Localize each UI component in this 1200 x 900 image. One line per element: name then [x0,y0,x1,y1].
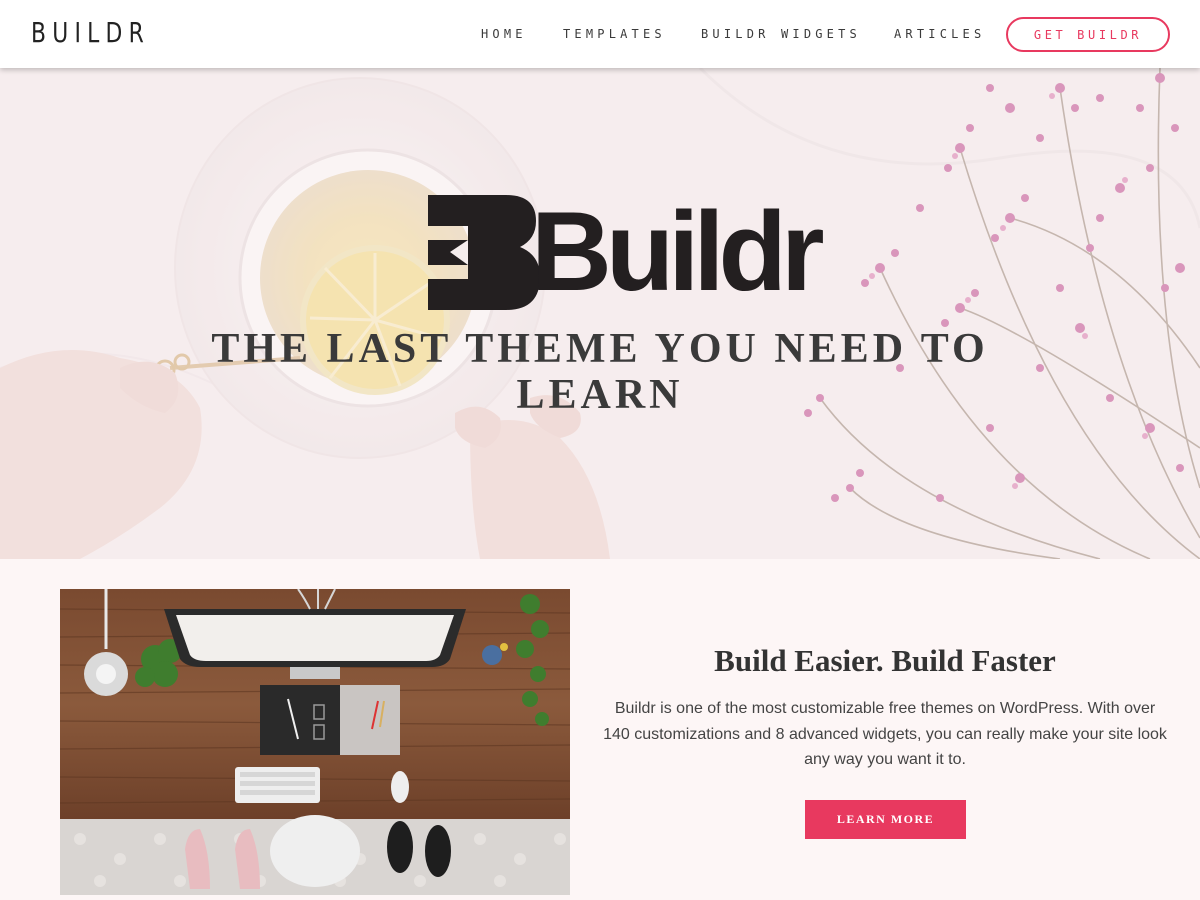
nav-builder-widgets[interactable]: BUILDR WIDGETS [701,27,861,41]
feature-section: Build Easier. Build Faster Buildr is one… [0,559,1200,900]
nav-home[interactable]: HOME [481,27,527,41]
nav-templates[interactable]: TEMPLATES [563,27,666,41]
hero-banner: Buildr THE LAST THEME YOU NEED TO LEARN [0,68,1200,559]
hero-tagline: THE LAST THEME YOU NEED TO LEARN [211,326,989,418]
feature-title: Build Easier. Build Faster [714,643,1056,678]
learn-more-button[interactable]: LEARN MORE [805,800,966,839]
workspace-desk-image [60,589,570,895]
site-header: BUILDR HOME TEMPLATES BUILDR WIDGETS ART… [0,0,1200,68]
hero-logo-wordmark: Buildr [531,189,825,314]
get-buildr-button[interactable]: GET BUILDR [1006,17,1170,52]
nav-articles[interactable]: ARTICLES [894,27,985,41]
feature-description: Buildr is one of the most customizable f… [603,700,1167,768]
